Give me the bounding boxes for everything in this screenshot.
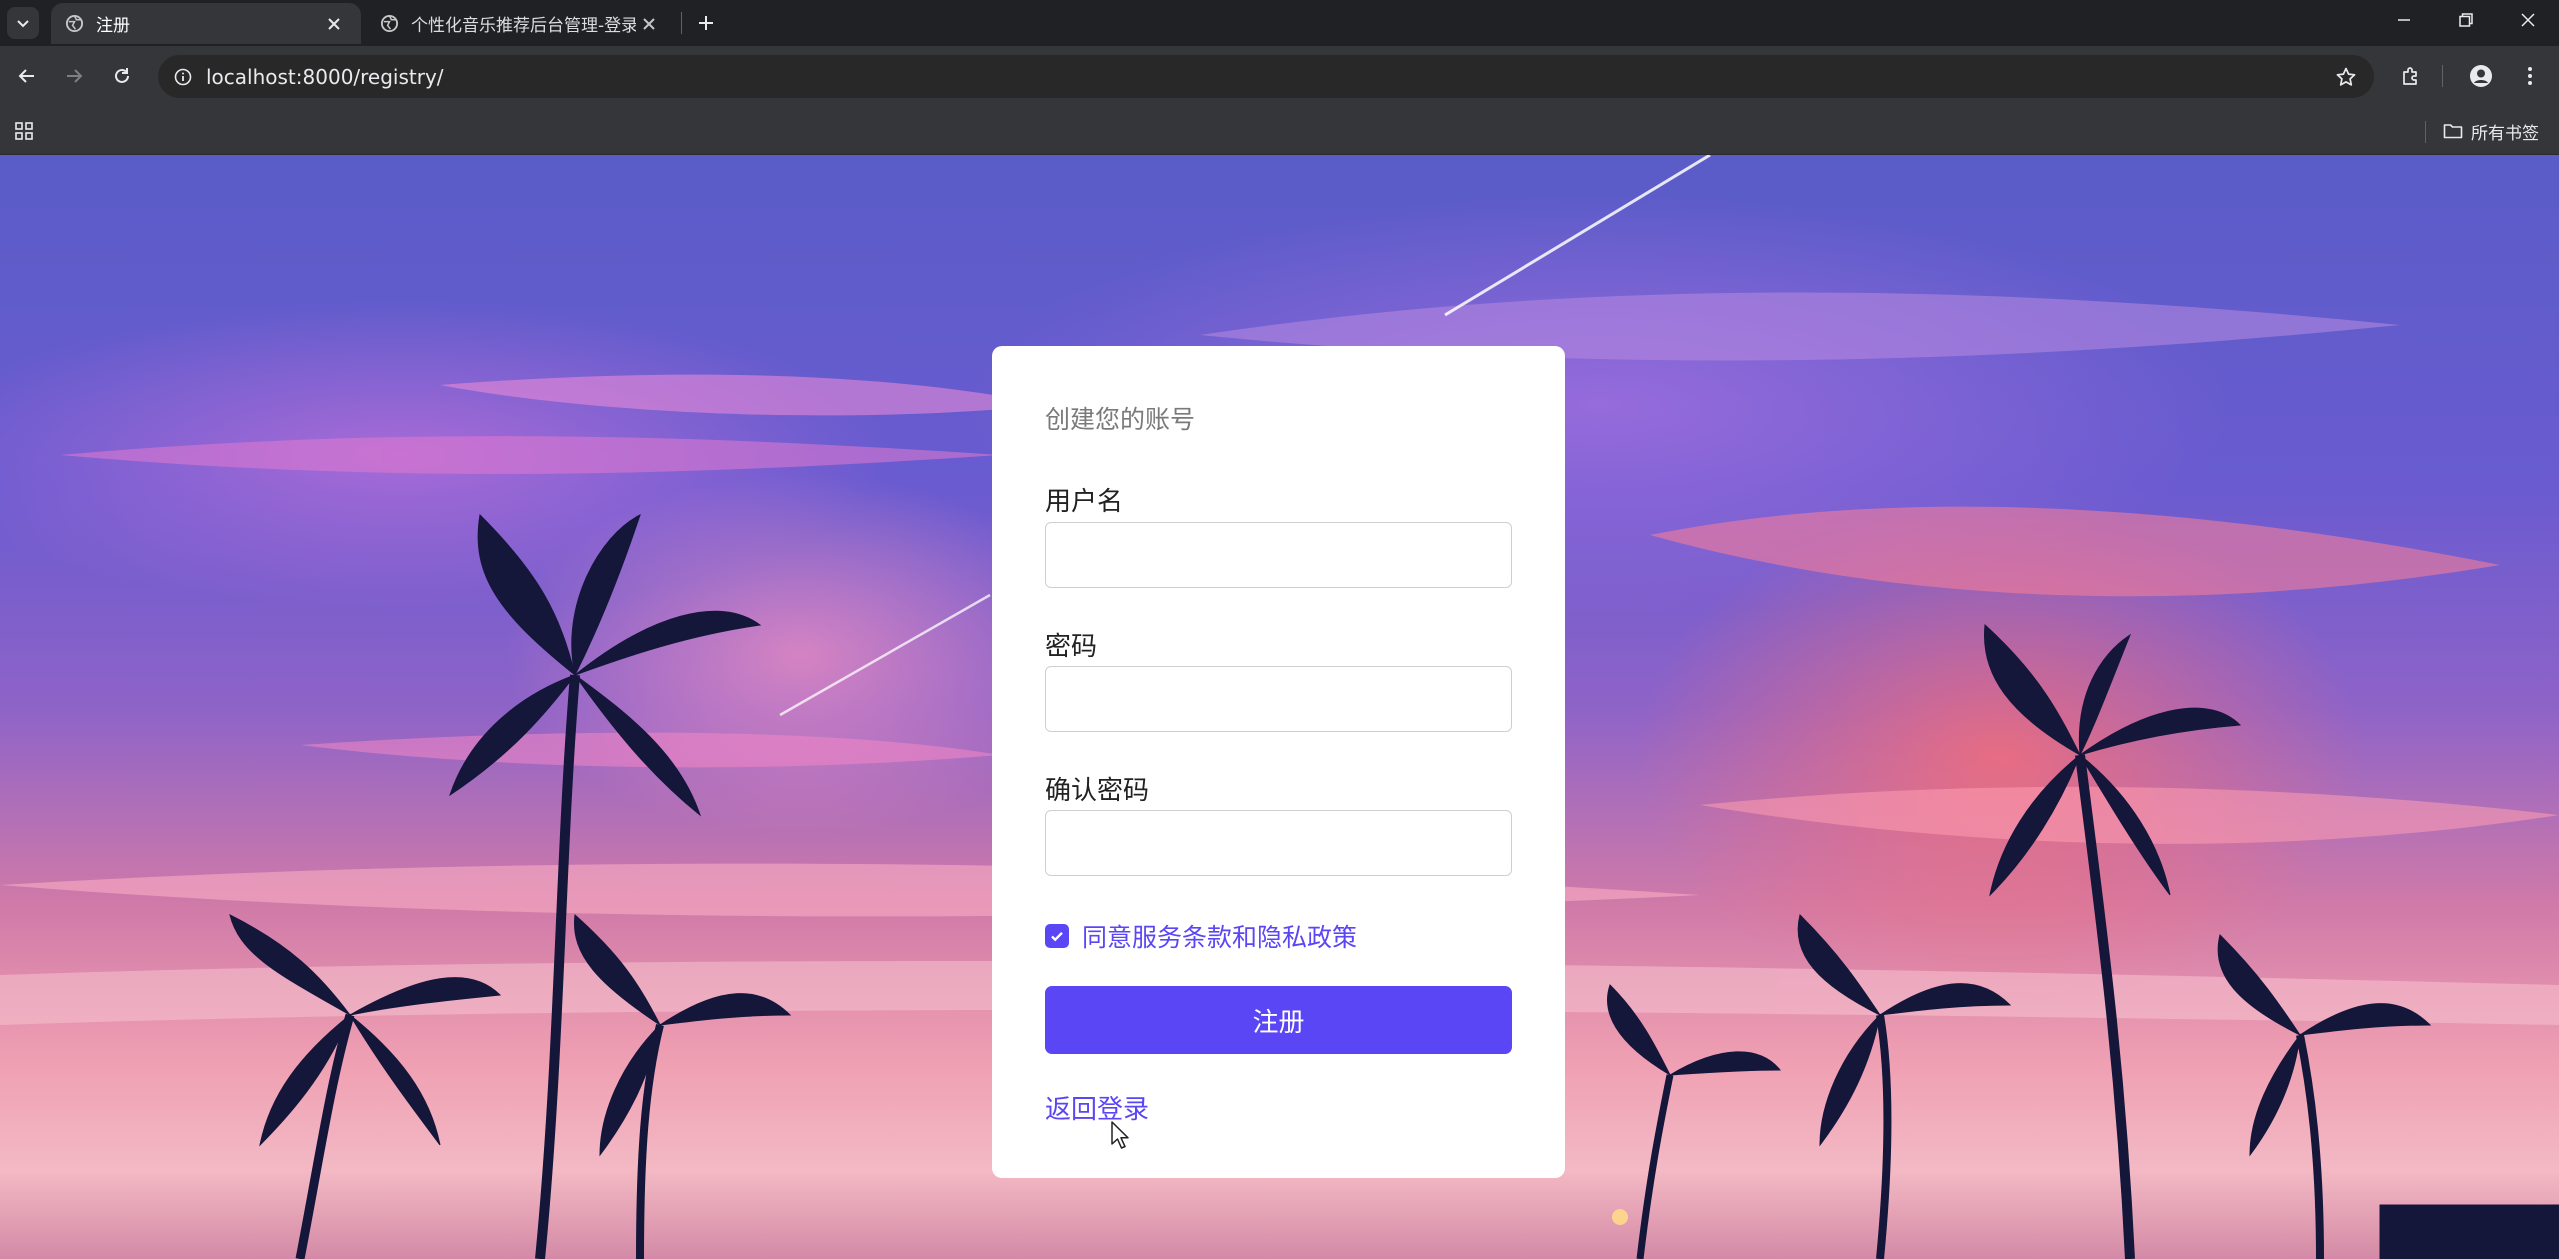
bookmark-star-button[interactable]	[2326, 57, 2366, 97]
globe-icon	[65, 14, 84, 33]
chevron-down-icon	[17, 20, 29, 28]
extensions-button[interactable]	[2393, 58, 2429, 94]
bookmarks-divider	[2425, 121, 2426, 143]
more-vertical-icon	[2528, 67, 2532, 85]
folder-icon	[2443, 124, 2463, 139]
url-text[interactable]: localhost:8000/registry/	[206, 65, 2326, 89]
globe-icon	[380, 14, 399, 33]
password-label: 密码	[1045, 632, 1098, 662]
tab-title: 注册	[96, 16, 130, 36]
close-tab-icon[interactable]	[636, 11, 662, 37]
confirm-password-input[interactable]	[1045, 810, 1512, 876]
page-viewport: 创建您的账号 用户名 密码 确认密码 同意服务条款和隐私政策 注册 返回登录	[0, 155, 2559, 1259]
all-bookmarks-button[interactable]: 所有书签	[2443, 117, 2539, 145]
puzzle-icon	[2403, 67, 2417, 85]
tab-register[interactable]: 注册	[51, 3, 361, 44]
info-icon	[174, 68, 192, 85]
arrow-right-icon	[67, 69, 83, 83]
register-card: 创建您的账号 用户名 密码 确认密码 同意服务条款和隐私政策 注册 返回登录	[992, 346, 1565, 1178]
address-bar[interactable]: localhost:8000/registry/	[158, 55, 2374, 98]
close-icon	[2521, 13, 2535, 27]
menu-button[interactable]	[2512, 58, 2548, 94]
star-icon	[2336, 67, 2356, 86]
close-window-button[interactable]	[2497, 0, 2559, 40]
tab-search-button[interactable]	[7, 7, 39, 39]
agree-terms-row[interactable]: 同意服务条款和隐私政策	[1045, 919, 1357, 953]
bookmarks-bar: 所有书签	[0, 107, 2559, 155]
mouse-cursor-icon	[1111, 1121, 1129, 1149]
register-button[interactable]: 注册	[1045, 986, 1512, 1054]
tab-title: 个性化音乐推荐后台管理-登录	[411, 16, 636, 36]
check-icon	[1051, 931, 1063, 942]
account-icon	[2470, 65, 2492, 87]
agree-checkbox[interactable]	[1045, 924, 1069, 948]
grid-icon	[15, 122, 33, 140]
site-info-button[interactable]	[162, 55, 204, 98]
new-tab-button[interactable]	[690, 7, 722, 39]
window-controls	[2373, 0, 2559, 40]
tab-login[interactable]: 个性化音乐推荐后台管理-登录	[366, 3, 676, 44]
agree-terms-label[interactable]: 同意服务条款和隐私政策	[1082, 918, 1357, 954]
password-input[interactable]	[1045, 666, 1512, 732]
reload-button[interactable]	[104, 58, 140, 94]
tab-bar: 注册 个性化音乐推荐后台管理-登录	[0, 0, 2559, 46]
plus-icon	[699, 16, 713, 30]
username-label: 用户名	[1045, 487, 1124, 517]
browser-toolbar: localhost:8000/registry/	[0, 46, 2559, 107]
minimize-icon	[2398, 19, 2410, 21]
tab-divider	[681, 12, 682, 34]
form-heading: 创建您的账号	[1045, 405, 1196, 434]
confirm-password-label: 确认密码	[1045, 776, 1150, 806]
toolbar-divider	[2442, 65, 2443, 87]
all-bookmarks-label: 所有书签	[2471, 123, 2539, 144]
restore-button[interactable]	[2435, 0, 2497, 40]
arrow-left-icon	[18, 69, 34, 83]
profile-button[interactable]	[2463, 58, 2499, 94]
apps-button[interactable]	[10, 117, 38, 145]
restore-icon	[2459, 13, 2473, 27]
username-input[interactable]	[1045, 522, 1512, 588]
back-button[interactable]	[9, 58, 45, 94]
reload-icon	[115, 68, 129, 83]
close-tab-icon[interactable]	[321, 11, 347, 37]
minimize-button[interactable]	[2373, 0, 2435, 40]
forward-button[interactable]	[56, 58, 92, 94]
back-to-login-link[interactable]: 返回登录	[1045, 1089, 1149, 1126]
